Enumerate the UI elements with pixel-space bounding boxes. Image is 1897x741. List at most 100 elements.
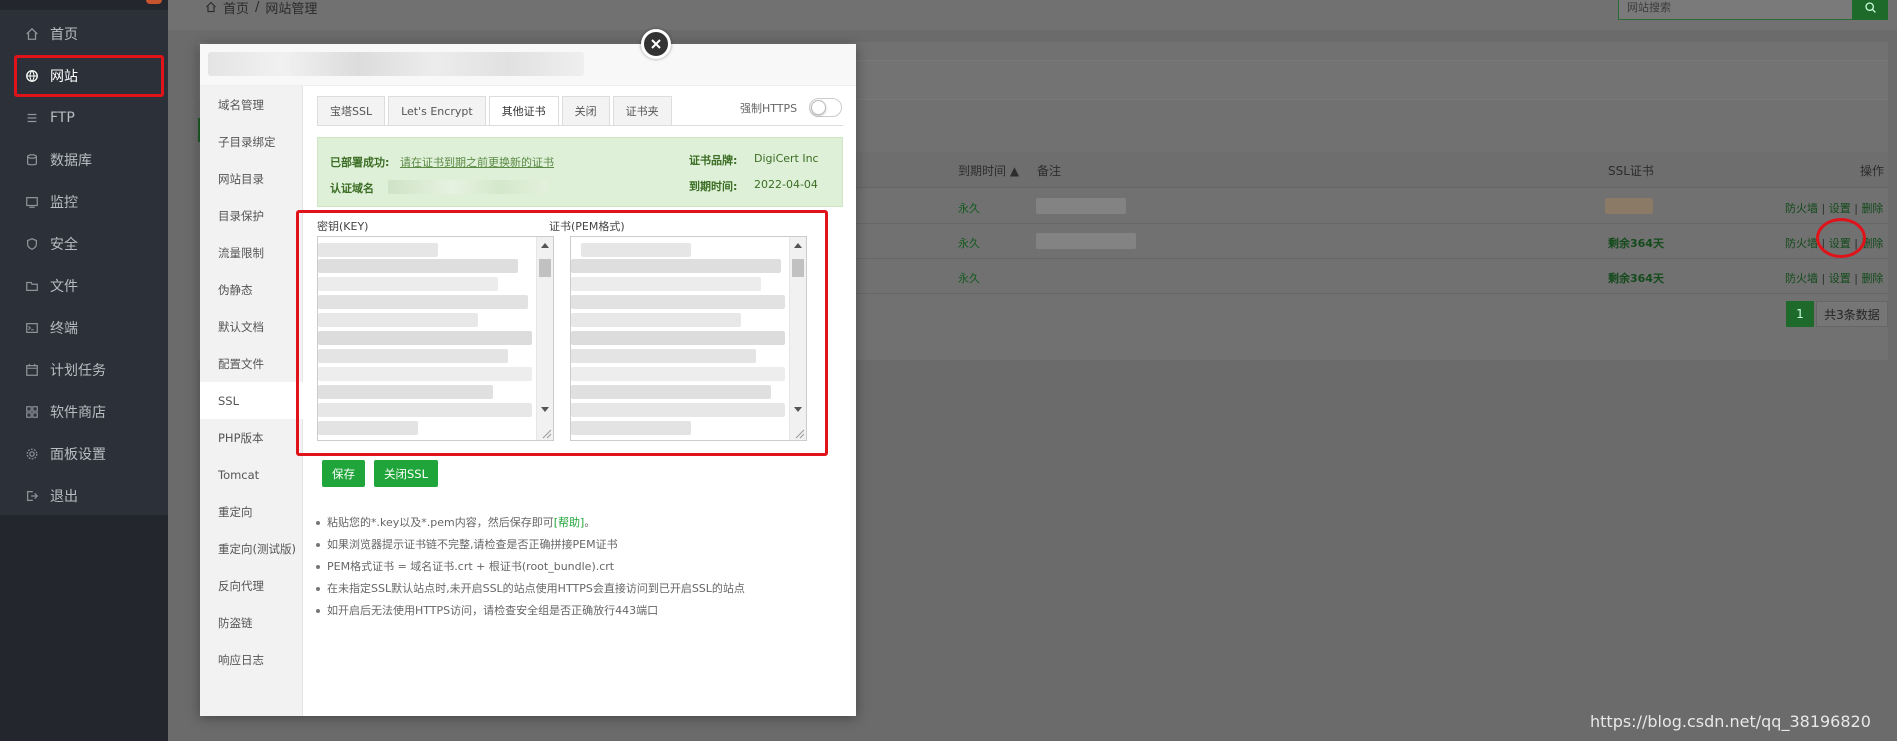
close-ssl-button[interactable]: 关闭SSL	[374, 460, 439, 487]
tab-letsencrypt[interactable]: Let's Encrypt	[388, 96, 486, 126]
menu-item-dir-protect[interactable]: 目录保护	[200, 197, 303, 234]
cert-red-annotation	[296, 210, 828, 456]
header-actions: 操作	[1860, 164, 1885, 178]
delete-link[interactable]: 删除	[1861, 202, 1883, 215]
monitor-icon	[24, 194, 40, 210]
force-https-label: 强制HTTPS	[740, 102, 798, 115]
expire-cell: 永久	[958, 202, 980, 215]
sidebar-item-label: 首页	[50, 27, 78, 43]
ssl-status-box: 已部署成功: 请在证书到期之前更换新的证书 认证域名 证书品牌: DigiCer…	[317, 137, 843, 207]
sidebar-item-home[interactable]: 首页	[0, 13, 168, 55]
pagination-total: 共3条数据	[1816, 301, 1888, 327]
menu-item-reverse-proxy[interactable]: 反向代理	[200, 567, 303, 604]
logout-icon	[24, 488, 40, 504]
help-link[interactable]: [帮助]	[554, 516, 585, 529]
ssl-tabs: 宝塔SSL Let's Encrypt 其他证书 关闭 证书夹	[317, 96, 672, 126]
close-icon	[651, 39, 661, 49]
menu-item-hotlink[interactable]: 防盗链	[200, 604, 303, 641]
folder-icon	[24, 278, 40, 294]
menu-item-domains[interactable]: 域名管理	[200, 86, 303, 123]
menu-item-traffic-limit[interactable]: 流量限制	[200, 234, 303, 271]
site-search-input[interactable]: 网站搜索	[1618, 0, 1858, 20]
breadcrumb-home[interactable]: 首页	[223, 0, 249, 17]
ftp-icon	[24, 110, 40, 126]
home-icon	[24, 26, 40, 42]
tab-divider	[317, 125, 843, 126]
domain-label: 认证域名	[330, 182, 374, 195]
brand-label: 证书品牌:	[689, 154, 738, 167]
sidebar: 首页 网站 FTP 数据库 监控 安全 文件 终端 计划任务 软件商店 面板设置	[0, 0, 168, 741]
menu-item-response-log[interactable]: 响应日志	[200, 641, 303, 678]
expire-cell: 永久	[958, 272, 980, 285]
expire-label: 到期时间:	[689, 180, 738, 193]
table-row: 永久 剩余364天 防火墙 | 设置 | 删除	[850, 259, 1888, 294]
table-row: 永久 剩余364天 防火墙 | 设置 | 删除	[850, 224, 1888, 259]
breadcrumb: 首页 / 网站管理	[205, 0, 318, 17]
sidebar-item-label: 计划任务	[50, 363, 106, 379]
menu-item-redirect-beta[interactable]: 重定向(测试版)	[200, 530, 303, 567]
menu-item-redirect[interactable]: 重定向	[200, 493, 303, 530]
brand-value: DigiCert Inc	[754, 152, 819, 165]
menu-item-tomcat[interactable]: Tomcat	[200, 456, 303, 493]
sidebar-item-label: 退出	[50, 489, 78, 505]
sidebar-item-label: 安全	[50, 237, 78, 253]
firewall-link[interactable]: 防火墙	[1785, 237, 1818, 250]
remark-blurred	[1036, 233, 1136, 249]
breadcrumb-separator: /	[255, 0, 260, 15]
sidebar-item-label: 监控	[50, 195, 78, 211]
settings-link[interactable]: 设置	[1829, 272, 1851, 285]
sidebar-item-terminal[interactable]: 终端	[0, 307, 168, 349]
table-row: 永久 防火墙 | 设置 | 删除	[850, 189, 1888, 224]
sidebar-item-database[interactable]: 数据库	[0, 139, 168, 181]
sidebar-item-cron[interactable]: 计划任务	[0, 349, 168, 391]
sidebar-item-monitor[interactable]: 监控	[0, 181, 168, 223]
tab-close[interactable]: 关闭	[561, 96, 610, 126]
expire-cell: 永久	[958, 237, 980, 250]
menu-item-ssl[interactable]: SSL	[200, 382, 304, 419]
sidebar-item-settings[interactable]: 面板设置	[0, 433, 168, 475]
tab-other-cert[interactable]: 其他证书	[488, 96, 559, 126]
menu-item-subdir[interactable]: 子目录绑定	[200, 123, 303, 160]
sidebar-item-store[interactable]: 软件商店	[0, 391, 168, 433]
menu-item-rewrite[interactable]: 伪静态	[200, 271, 303, 308]
sidebar-item-label: 数据库	[50, 153, 92, 169]
firewall-link[interactable]: 防火墙	[1785, 202, 1818, 215]
menu-item-default-doc[interactable]: 默认文档	[200, 308, 303, 345]
delete-link[interactable]: 删除	[1861, 272, 1883, 285]
force-https-toggle[interactable]	[809, 98, 842, 117]
sidebar-highlight-annotation	[14, 55, 164, 97]
sidebar-item-security[interactable]: 安全	[0, 223, 168, 265]
modal-close-button[interactable]	[641, 29, 671, 59]
menu-item-config[interactable]: 配置文件	[200, 345, 303, 382]
watermark: https://blog.csdn.net/qq_38196820	[1590, 712, 1871, 731]
menu-item-php[interactable]: PHP版本	[200, 419, 303, 456]
note-item: 如果浏览器提示证书链不完整,请检查是否正确拼接PEM证书	[313, 534, 833, 556]
search-button[interactable]	[1852, 0, 1888, 20]
save-button[interactable]: 保存	[322, 460, 365, 487]
sidebar-item-logout[interactable]: 退出	[0, 475, 168, 517]
sidebar-item-label: 面板设置	[50, 447, 106, 463]
tab-bt-ssl[interactable]: 宝塔SSL	[317, 96, 386, 126]
note-item: 粘贴您的*.key以及*.pem内容，然后保存即可[帮助]。	[313, 512, 833, 534]
sidebar-item-label: FTP	[50, 110, 75, 126]
table-header: 到期时间 ▲ 备注 SSL证书 操作	[850, 152, 1888, 188]
grid-icon	[24, 404, 40, 420]
ssl-blurred	[1605, 198, 1653, 214]
pagination-page[interactable]: 1	[1786, 301, 1814, 327]
terminal-icon	[24, 320, 40, 336]
menu-item-site-dir[interactable]: 网站目录	[200, 160, 303, 197]
site-settings-modal: 域名管理 子目录绑定 网站目录 目录保护 流量限制 伪静态 默认文档 配置文件 …	[200, 44, 856, 716]
sidebar-bottom-shade	[0, 515, 168, 741]
sidebar-item-ftp[interactable]: FTP	[0, 97, 168, 139]
header-expire[interactable]: 到期时间 ▲	[958, 162, 1019, 179]
search-icon	[1864, 1, 1876, 13]
home-icon	[206, 1, 216, 13]
note-item: PEM格式证书 = 域名证书.crt + 根证书(root_bundle).cr…	[313, 556, 833, 578]
breadcrumb-current: 网站管理	[265, 1, 318, 17]
expire-value: 2022-04-04	[754, 178, 818, 191]
firewall-link[interactable]: 防火墙	[1785, 272, 1818, 285]
sidebar-item-files[interactable]: 文件	[0, 265, 168, 307]
deployed-label: 已部署成功:	[330, 156, 390, 169]
tab-cert-folder[interactable]: 证书夹	[612, 96, 672, 126]
settings-link[interactable]: 设置	[1829, 202, 1851, 215]
